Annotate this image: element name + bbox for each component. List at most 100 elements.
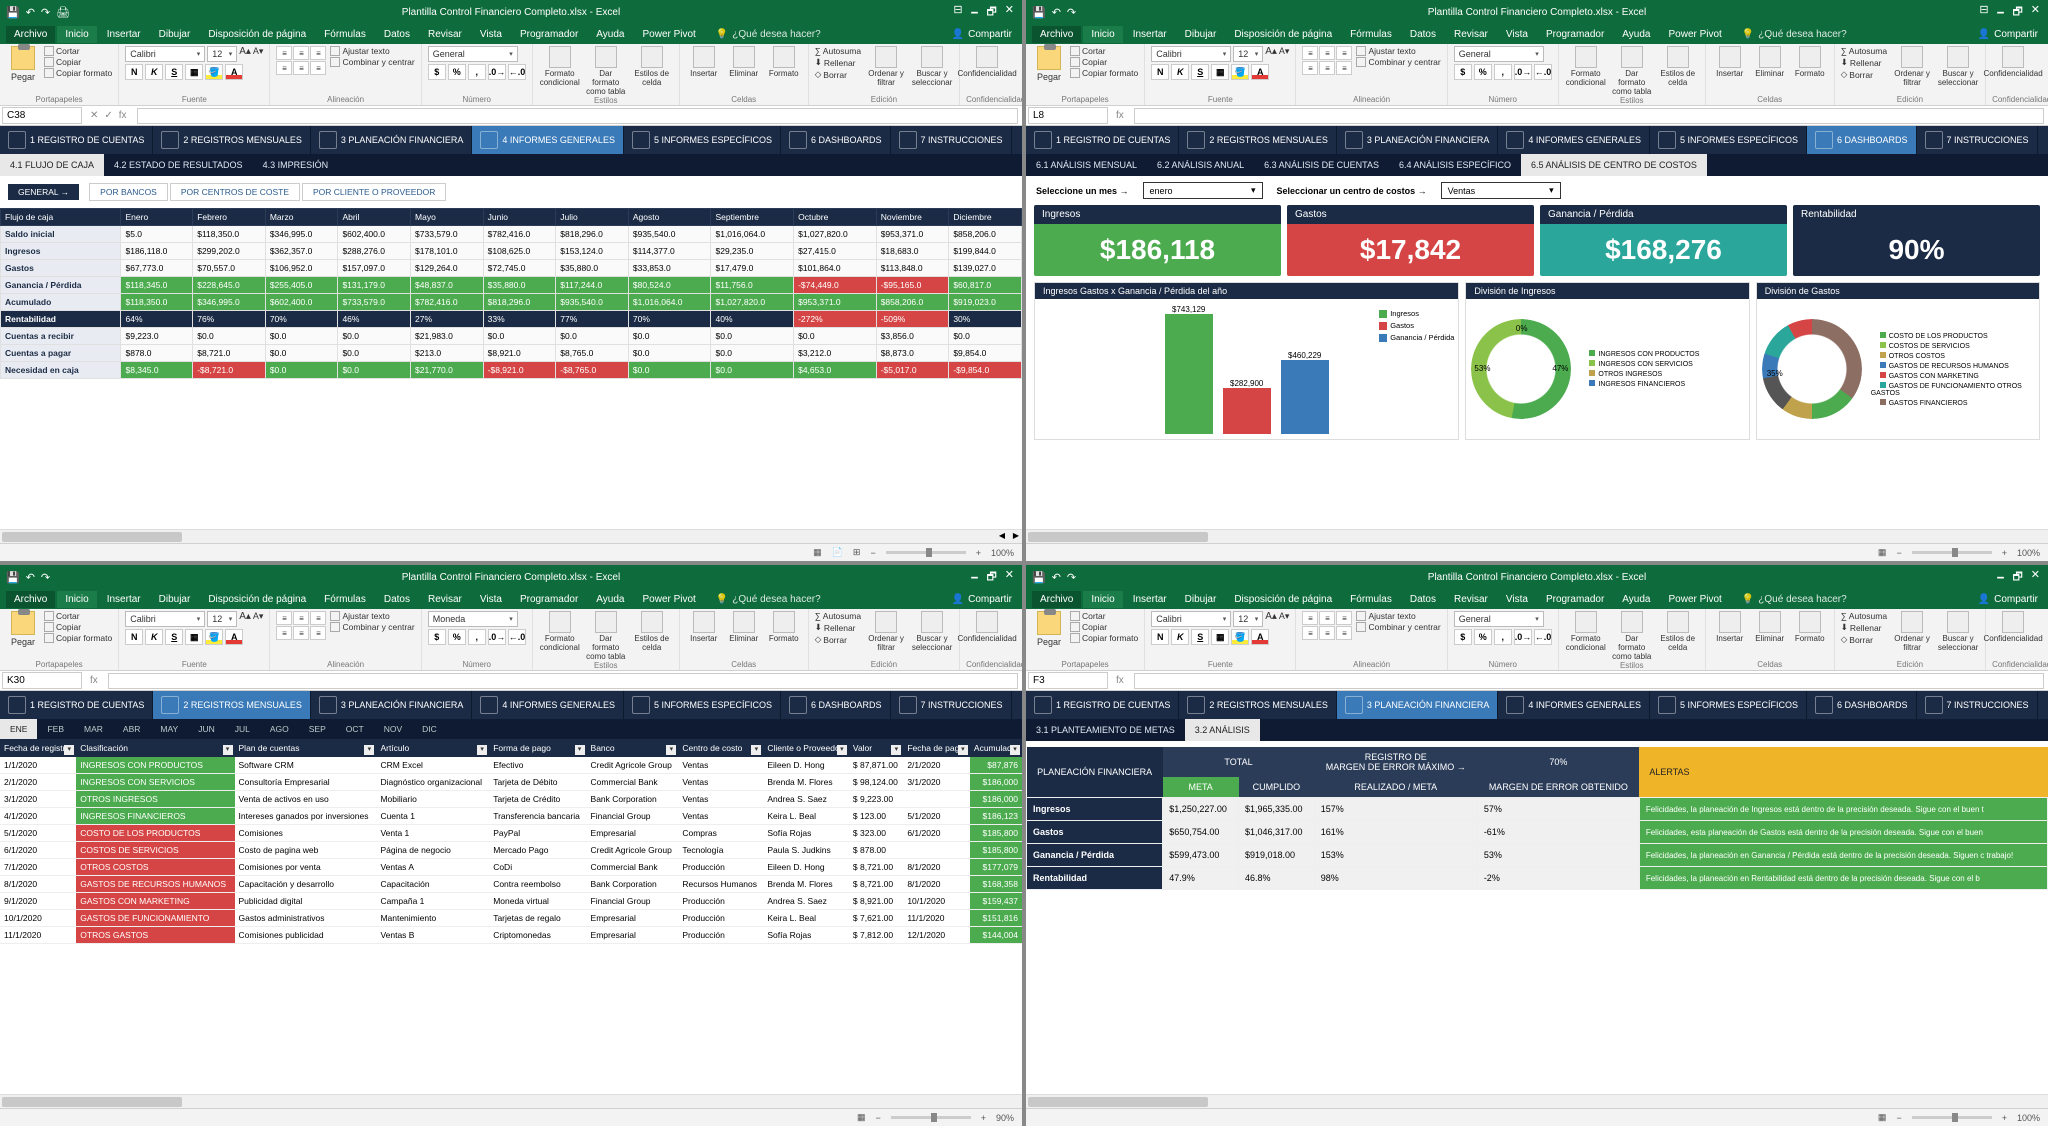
- cell[interactable]: 77%: [556, 311, 629, 328]
- font-name-select[interactable]: Calibri▾: [1151, 46, 1231, 62]
- save-icon[interactable]: 💾: [1032, 6, 1046, 19]
- table-row[interactable]: 3/1/2020OTROS INGRESOSVenta de activos e…: [0, 791, 1022, 808]
- tab-formulas[interactable]: Fórmulas: [316, 26, 374, 43]
- increase-decimal-button[interactable]: .0→: [1514, 64, 1532, 80]
- cell[interactable]: $0.0: [483, 328, 556, 345]
- nav-item-2[interactable]: 3 PLANEACIÓN FINANCIERA: [311, 691, 473, 719]
- tab-developer[interactable]: Programador: [1538, 26, 1612, 43]
- font-color-button[interactable]: A: [225, 64, 243, 80]
- nav-item-2[interactable]: 3 PLANEACIÓN FINANCIERA: [311, 126, 473, 154]
- cell[interactable]: $21,770.0: [411, 362, 484, 379]
- nav-item-6[interactable]: 7 INSTRUCCIONES: [891, 126, 1012, 154]
- cell[interactable]: $11,756.0: [711, 277, 794, 294]
- table-row[interactable]: 6/1/2020COSTOS DE SERVICIOSCosto de pagi…: [0, 842, 1022, 859]
- format-cells-button[interactable]: Formato: [766, 611, 802, 644]
- enter-icon[interactable]: ✓: [104, 110, 112, 121]
- cell[interactable]: $5.0: [121, 226, 193, 243]
- number-format-select[interactable]: General▾: [1454, 46, 1544, 62]
- cell[interactable]: -$8,721.0: [193, 362, 266, 379]
- month-tab[interactable]: ABR: [113, 719, 150, 739]
- maximize-icon[interactable]: 🗗: [2012, 3, 2022, 22]
- minimize-icon[interactable]: 🗕: [971, 3, 979, 22]
- cell[interactable]: $101,864.0: [794, 260, 877, 277]
- cell[interactable]: $0.0: [265, 345, 338, 362]
- minimize-icon[interactable]: 🗕: [1997, 568, 2005, 587]
- filter-general[interactable]: GENERAL →: [8, 184, 79, 200]
- tab-view[interactable]: Vista: [1498, 591, 1536, 608]
- nav-item-4[interactable]: 5 INFORMES ESPECÍFICOS: [624, 691, 781, 719]
- close-icon[interactable]: ✕: [2031, 568, 2040, 587]
- cut-button[interactable]: Cortar: [1070, 611, 1138, 621]
- share-button[interactable]: 👤Compartir: [1978, 594, 2048, 605]
- font-name-select[interactable]: Calibri▾: [125, 46, 205, 62]
- cell[interactable]: $3,856.0: [876, 328, 949, 345]
- autosum-button[interactable]: ∑ Autosuma: [1841, 46, 1887, 56]
- table-row[interactable]: 2/1/2020INGRESOS CON SERVICIOSConsultorí…: [0, 774, 1022, 791]
- decrease-font-icon[interactable]: A▾: [253, 611, 264, 627]
- nav-item-6[interactable]: 7 INSTRUCCIONES: [891, 691, 1012, 719]
- tab-home[interactable]: Inicio: [57, 591, 96, 608]
- tab-formulas[interactable]: Fórmulas: [1342, 591, 1400, 608]
- zoom-slider[interactable]: [886, 551, 966, 554]
- fill-button[interactable]: ⬇ Rellenar: [1841, 57, 1887, 68]
- cell[interactable]: 40%: [711, 311, 794, 328]
- cell-styles-button[interactable]: Estilos de celda: [1657, 46, 1699, 88]
- subtab-cuentas[interactable]: 6.3 ANÁLISIS DE CUENTAS: [1254, 154, 1389, 176]
- sort-filter-button[interactable]: Ordenar y filtrar: [865, 46, 907, 88]
- cell[interactable]: $70,557.0: [193, 260, 266, 277]
- cell[interactable]: $80,524.0: [628, 277, 711, 294]
- nav-item-3[interactable]: 4 INFORMES GENERALES: [472, 691, 624, 719]
- filter-dropdown-icon[interactable]: ▾: [837, 745, 847, 755]
- undo-icon[interactable]: ↶: [26, 6, 35, 19]
- col-header[interactable]: Fecha de pago▾: [903, 739, 970, 757]
- tab-data[interactable]: Datos: [376, 26, 418, 43]
- tab-file[interactable]: Archivo: [1032, 26, 1081, 43]
- cell[interactable]: 46%: [338, 311, 411, 328]
- fill-color-button[interactable]: 🪣: [1231, 64, 1249, 80]
- maximize-icon[interactable]: 🗗: [2012, 568, 2022, 587]
- sensitivity-button[interactable]: Confidencialidad: [966, 611, 1008, 644]
- conditional-format-button[interactable]: Formato condicional: [539, 46, 581, 88]
- cell[interactable]: $0.0: [338, 362, 411, 379]
- increase-decimal-button[interactable]: .0→: [1514, 629, 1532, 645]
- cell[interactable]: $299,202.0: [193, 243, 266, 260]
- font-size-select[interactable]: 12▾: [1233, 611, 1263, 627]
- cell[interactable]: $108,625.0: [483, 243, 556, 260]
- month-tab[interactable]: ENE: [0, 719, 37, 739]
- month-tab[interactable]: FEB: [37, 719, 74, 739]
- cell[interactable]: $199,844.0: [949, 243, 1022, 260]
- cell[interactable]: $0.0: [556, 328, 629, 345]
- fill-button[interactable]: ⬇ Rellenar: [815, 622, 861, 633]
- col-header[interactable]: Fecha de registro▾: [0, 739, 76, 757]
- sort-filter-button[interactable]: Ordenar y filtrar: [1891, 611, 1933, 653]
- nav-item-1[interactable]: 2 REGISTROS MENSUALES: [153, 691, 311, 719]
- cell[interactable]: $782,416.0: [411, 294, 484, 311]
- cell-styles-button[interactable]: Estilos de celda: [631, 46, 673, 88]
- tab-layout[interactable]: Disposición de página: [200, 591, 314, 608]
- fill-button[interactable]: ⬇ Rellenar: [1841, 622, 1887, 633]
- format-painter-button[interactable]: Copiar formato: [1070, 68, 1138, 78]
- formula-input[interactable]: [108, 673, 1018, 689]
- tab-insert[interactable]: Insertar: [1125, 591, 1175, 608]
- cell[interactable]: $602,400.0: [338, 226, 411, 243]
- cell-styles-button[interactable]: Estilos de celda: [631, 611, 673, 653]
- percent-button[interactable]: %: [448, 64, 466, 80]
- cell[interactable]: $288,276.0: [338, 243, 411, 260]
- filter-dropdown-icon[interactable]: ▾: [751, 745, 761, 755]
- cell[interactable]: $0.0: [265, 328, 338, 345]
- costcenter-select[interactable]: Ventas▾: [1441, 182, 1561, 199]
- number-format-select[interactable]: General▾: [1454, 611, 1544, 627]
- wrap-text-button[interactable]: Ajustar texto: [330, 46, 414, 56]
- currency-button[interactable]: $: [1454, 629, 1472, 645]
- cell[interactable]: $29,235.0: [711, 243, 794, 260]
- close-icon[interactable]: ✕: [1005, 568, 1014, 587]
- cell[interactable]: $33,853.0: [628, 260, 711, 277]
- find-select-button[interactable]: Buscar y seleccionar: [1937, 46, 1979, 88]
- redo-icon[interactable]: ↷: [41, 571, 50, 584]
- cell[interactable]: 30%: [949, 311, 1022, 328]
- font-name-select[interactable]: Calibri▾: [1151, 611, 1231, 627]
- merge-center-button[interactable]: Combinar y centrar: [1356, 57, 1440, 67]
- cell[interactable]: $153,124.0: [556, 243, 629, 260]
- tab-help[interactable]: Ayuda: [1614, 26, 1658, 43]
- redo-icon[interactable]: ↷: [1067, 6, 1076, 19]
